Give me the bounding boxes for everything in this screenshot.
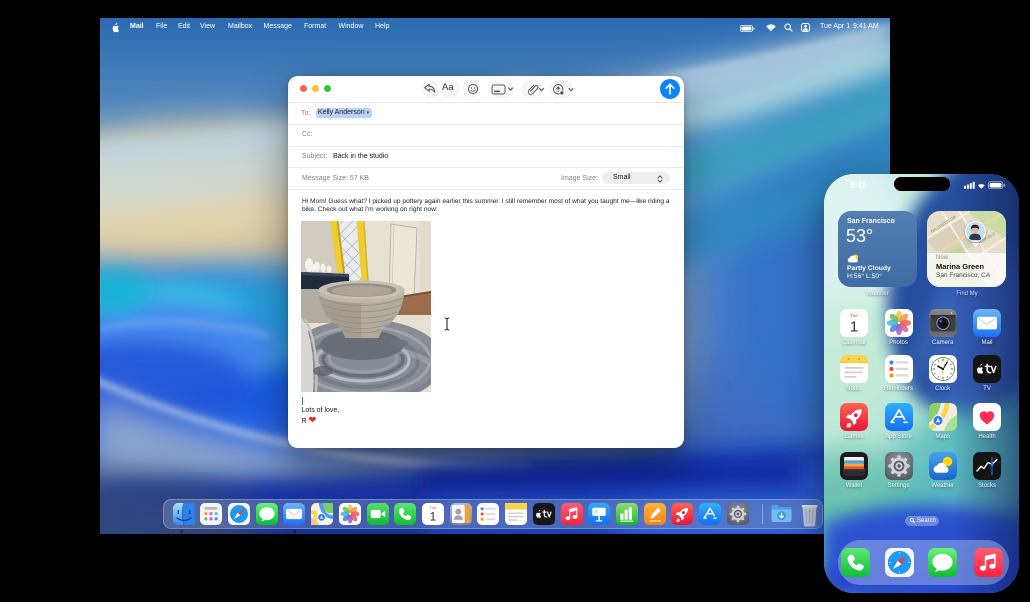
svg-text:1: 1 [430, 510, 437, 524]
svg-text:1: 1 [850, 318, 858, 335]
svg-text:Tue: Tue [850, 313, 858, 318]
